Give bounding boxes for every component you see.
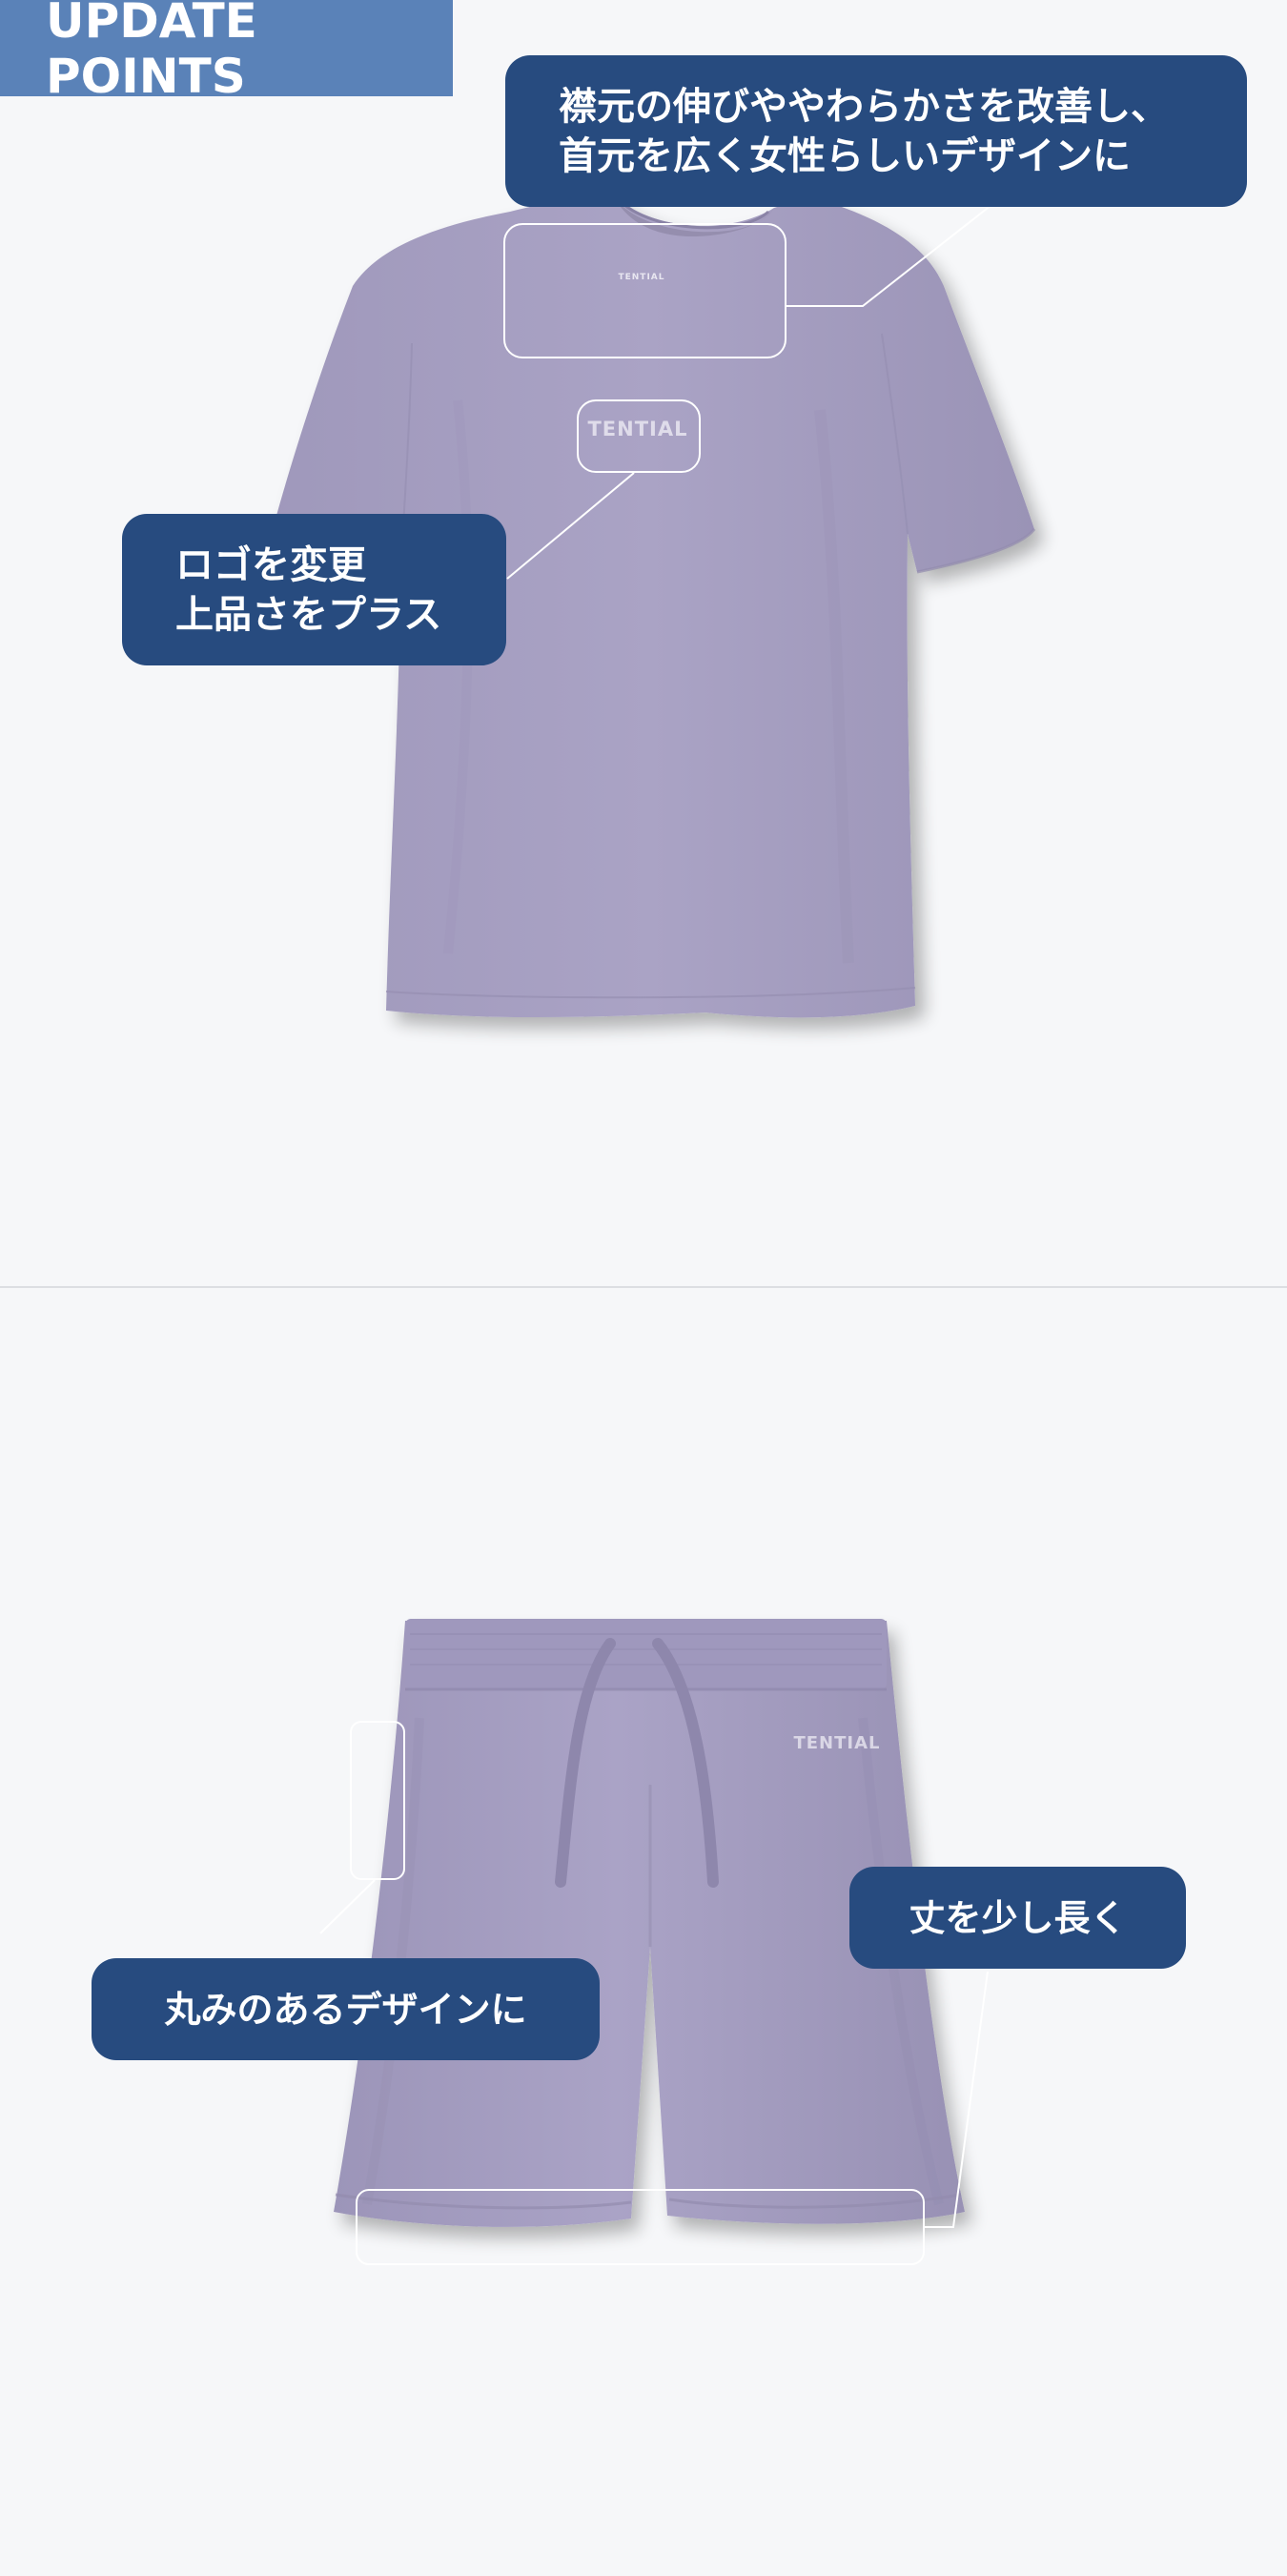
section-divider: [0, 1286, 1287, 1288]
tshirt-panel: TENTIAL TENTIAL UPDATE POINTS 襟元の伸びややわらか…: [0, 0, 1287, 1287]
leader-line-shape: [319, 1879, 376, 1934]
callout-logo-line1: ロゴを変更: [175, 542, 366, 587]
update-points-title: UPDATE POINTS: [46, 0, 257, 104]
callout-neckline: 襟元の伸びややわらかさを改善し、 首元を広く女性らしいデザインに: [505, 55, 1247, 207]
shorts-logo: TENTIAL: [793, 1733, 880, 1753]
hem-length-highlight: [356, 2189, 925, 2265]
shorts-waistband: [405, 1619, 887, 1689]
callout-logo: ロゴを変更 上品さをプラス: [122, 514, 506, 665]
callout-shape: 丸みのあるデザインに: [92, 1958, 600, 2060]
callout-length: 丈を少し長く: [849, 1867, 1186, 1969]
logo-highlight: [577, 399, 701, 473]
update-points-badge: UPDATE POINTS: [0, 0, 453, 104]
callout-neckline-line2: 首元を広く女性らしいデザインに: [559, 133, 1131, 178]
callout-logo-line2: 上品さをプラス: [175, 592, 442, 637]
callout-neckline-line1: 襟元の伸びややわらかさを改善し、: [559, 84, 1169, 129]
callout-length-text: 丈を少し長く: [909, 1896, 1127, 1939]
callout-shape-text: 丸みのあるデザインに: [164, 1988, 527, 2031]
side-shape-highlight: [350, 1721, 405, 1880]
collar-highlight: [503, 223, 786, 358]
shorts-panel: TENTIAL 丈を少し長く 丸みのあるデザインに: [0, 1289, 1287, 2576]
